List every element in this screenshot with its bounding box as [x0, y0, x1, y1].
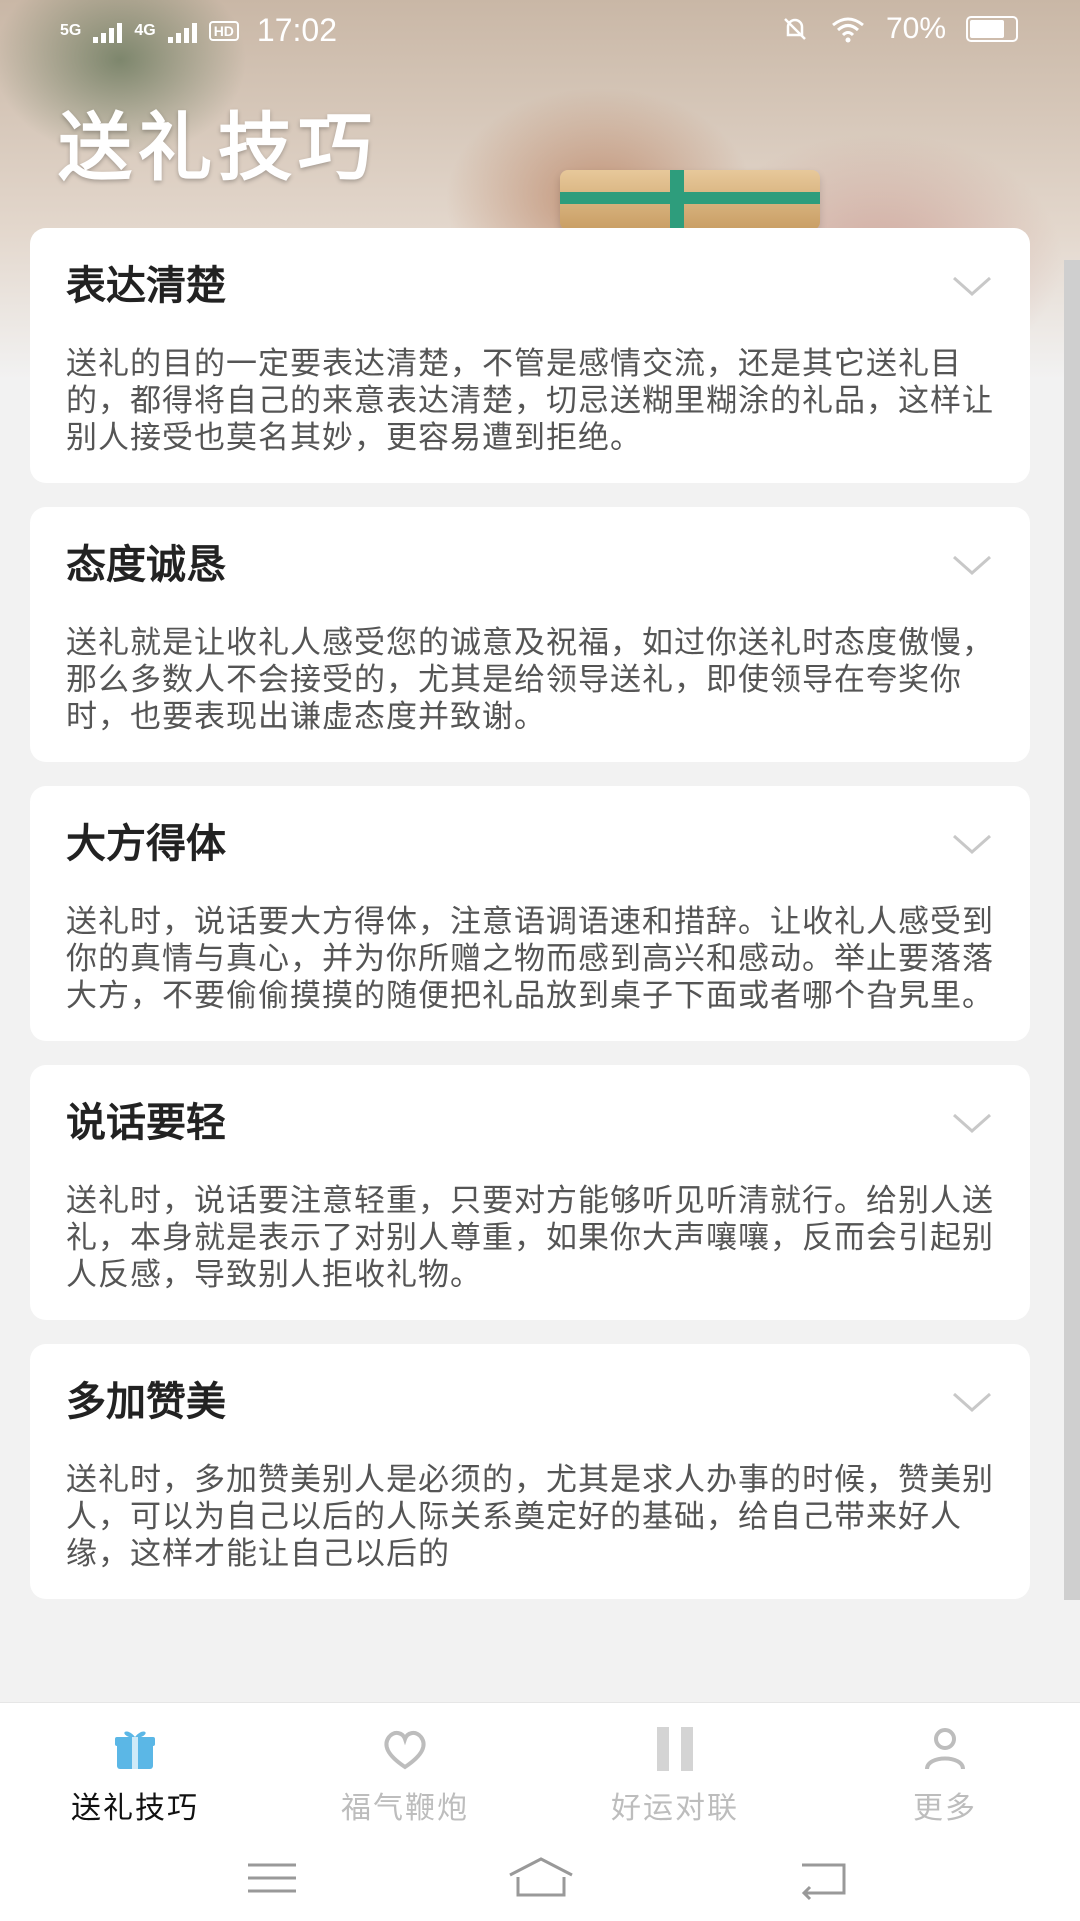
tip-title: 说话要轻	[66, 1100, 226, 1146]
tip-card[interactable]: 说话要轻 送礼时，说话要注意轻重，只要对方能够听见听清就行。给别人送礼，本身就是…	[30, 1065, 1030, 1320]
battery-percent: 70%	[885, 12, 946, 45]
nav-tab-couplets[interactable]: 好运对联	[540, 1703, 810, 1833]
tip-title: 大方得体	[66, 821, 226, 867]
tip-body: 送礼时，说话要大方得体，注意语调语速和措辞。让收礼人感受到你的真情与真心，并为你…	[66, 904, 994, 1014]
tip-title: 多加赞美	[66, 1379, 226, 1425]
tip-body: 送礼时，多加赞美别人是必须的，尤其是求人办事的时候，赞美别人，可以为自己以后的人…	[66, 1462, 994, 1572]
hd-icon: HD	[208, 20, 239, 41]
battery-icon	[966, 16, 1018, 42]
signal-icon	[167, 19, 197, 43]
back-icon[interactable]	[792, 1855, 852, 1901]
nav-tab-more[interactable]: 更多	[810, 1703, 1080, 1833]
tip-body: 送礼就是让收礼人感受您的诚意及祝福，如过你送礼时态度傲慢，那么多数人不会接受的，…	[66, 625, 994, 735]
chevron-down-icon[interactable]	[952, 1386, 992, 1416]
tips-list[interactable]: 表达清楚 送礼的目的一定要表达清楚，不管是感情交流，还是其它送礼目的，都得将自己…	[30, 228, 1030, 1702]
status-bar: 5G 4G HD 17:02 70%	[0, 0, 1080, 64]
wifi-icon	[832, 17, 864, 43]
bottom-navigation: 送礼技巧 福气鞭炮 好运对联 更多	[0, 1702, 1080, 1921]
nav-label: 福气鞭炮	[341, 1791, 469, 1826]
network-5g-label: 5G	[60, 21, 82, 39]
home-icon[interactable]	[506, 1855, 576, 1901]
menu-icon[interactable]	[242, 1855, 302, 1901]
chevron-down-icon[interactable]	[952, 270, 992, 300]
chevron-down-icon[interactable]	[952, 1107, 992, 1137]
nav-tab-firecrackers[interactable]: 福气鞭炮	[270, 1703, 540, 1833]
system-navigation-bar	[0, 1833, 1080, 1921]
nav-tab-gift-tips[interactable]: 送礼技巧	[0, 1703, 270, 1833]
tip-card[interactable]: 态度诚恳 送礼就是让收礼人感受您的诚意及祝福，如过你送礼时态度傲慢，那么多数人不…	[30, 507, 1030, 762]
heart-icon	[384, 1730, 426, 1770]
mute-bell-icon	[784, 18, 806, 40]
chevron-down-icon[interactable]	[952, 549, 992, 579]
chevron-down-icon[interactable]	[952, 828, 992, 858]
gift-box-illustration	[560, 170, 820, 230]
person-icon	[925, 1728, 965, 1770]
tip-title: 表达清楚	[66, 263, 226, 309]
tip-card[interactable]: 大方得体 送礼时，说话要大方得体，注意语调语速和措辞。让收礼人感受到你的真情与真…	[30, 786, 1030, 1041]
tip-card[interactable]: 表达清楚 送礼的目的一定要表达清楚，不管是感情交流，还是其它送礼目的，都得将自己…	[30, 228, 1030, 483]
scrollbar[interactable]	[1064, 260, 1080, 1600]
clock: 17:02	[256, 12, 337, 48]
tip-body: 送礼时，说话要注意轻重，只要对方能够听见听清就行。给别人送礼，本身就是表示了对别…	[66, 1183, 994, 1293]
page-title: 送礼技巧	[58, 105, 378, 191]
nav-label: 更多	[913, 1791, 977, 1826]
signal-icon	[93, 19, 123, 43]
nav-label: 好运对联	[611, 1791, 739, 1826]
gift-icon	[115, 1731, 155, 1769]
nav-label: 送礼技巧	[71, 1791, 199, 1826]
tip-body: 送礼的目的一定要表达清楚，不管是感情交流，还是其它送礼目的，都得将自己的来意表达…	[66, 346, 994, 456]
network-4g-label: 4G	[134, 21, 156, 39]
couplet-icon	[657, 1727, 693, 1771]
tip-card[interactable]: 多加赞美 送礼时，多加赞美别人是必须的，尤其是求人办事的时候，赞美别人，可以为自…	[30, 1344, 1030, 1599]
tip-title: 态度诚恳	[66, 542, 226, 588]
